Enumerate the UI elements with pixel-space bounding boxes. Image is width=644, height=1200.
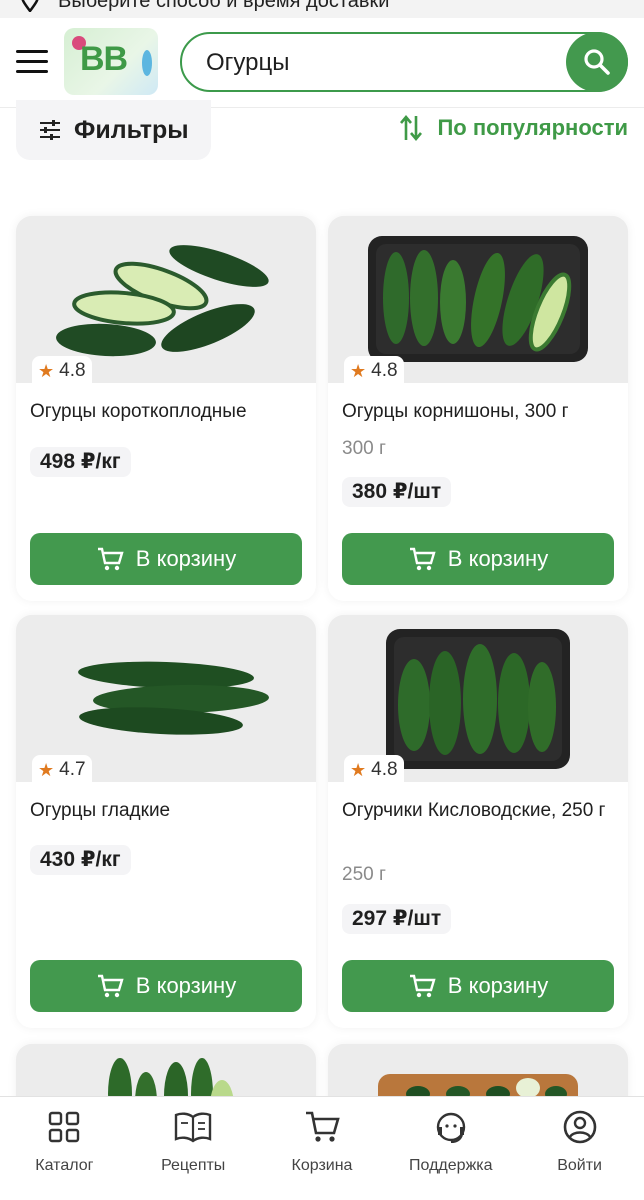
location-pin-icon (21, 0, 39, 12)
filters-label: Фильтры (74, 115, 189, 144)
product-price: 380 ₽/шт (342, 477, 452, 507)
rating-badge: ★ 4.7 (32, 755, 92, 785)
cart-icon (409, 974, 436, 998)
add-to-cart-label: В корзину (135, 973, 237, 998)
nav-support[interactable]: Поддержка (391, 1107, 511, 1200)
product-price: 297 ₽/шт (342, 904, 452, 934)
star-icon: ★ (38, 759, 55, 780)
add-to-cart-button[interactable]: В корзину (30, 960, 302, 1012)
cart-icon (97, 547, 124, 571)
add-to-cart-label: В корзину (447, 973, 549, 998)
nav-label: Корзина (291, 1157, 353, 1174)
product-name[interactable]: Огурчики Кисловодские, 250 г (342, 797, 618, 825)
add-to-cart-button[interactable]: В корзину (30, 533, 302, 585)
logo[interactable]: BB (64, 28, 158, 95)
search-icon (584, 49, 610, 75)
star-icon: ★ (350, 759, 367, 780)
sort-label: По популярности (437, 115, 628, 140)
nav-label: Поддержка (409, 1157, 493, 1174)
delivery-text: Выберите способ и время доставки (58, 0, 390, 12)
rating-value: 4.8 (371, 759, 398, 780)
search-button[interactable] (566, 32, 628, 92)
star-icon: ★ (38, 360, 55, 381)
star-icon: ★ (350, 360, 367, 381)
product-name[interactable]: Огурцы короткоплодные (30, 398, 306, 426)
logo-text: BB (80, 40, 128, 78)
cart-icon (97, 974, 124, 998)
product-card[interactable]: ★ 4.8 Огурчики Кисловодские, 250 г 250 г… (328, 615, 628, 1028)
rating-badge: ★ 4.8 (32, 356, 92, 386)
ornament-decoration (142, 50, 152, 76)
menu-icon[interactable] (16, 50, 48, 74)
nav-label: Рецепты (161, 1157, 226, 1174)
nav-label: Каталог (35, 1157, 94, 1174)
nav-login[interactable]: Войти (520, 1107, 640, 1200)
support-icon (431, 1107, 471, 1147)
product-card[interactable]: ★ 4.8 Огурцы короткоплодные 498 ₽/кг В к… (16, 216, 316, 601)
header: BB (0, 18, 644, 108)
add-to-cart-label: В корзину (447, 546, 549, 571)
nav-cart[interactable]: Корзина (262, 1107, 382, 1200)
product-weight: 300 г (342, 438, 386, 459)
nav-catalog[interactable]: Каталог (4, 1107, 124, 1200)
product-name[interactable]: Огурцы корнишоны, 300 г (342, 398, 618, 426)
bottom-nav: Каталог Рецепты Корзина Поддержка Войти (0, 1096, 644, 1200)
product-card[interactable]: ★ 4.7 Огурцы гладкие 430 ₽/кг В корзину (16, 615, 316, 1028)
product-name[interactable]: Огурцы гладкие (30, 797, 306, 825)
filter-sliders-icon (40, 120, 60, 140)
product-price: 430 ₽/кг (30, 845, 131, 875)
rating-badge: ★ 4.8 (344, 356, 404, 386)
rating-badge: ★ 4.8 (344, 755, 404, 785)
search-input[interactable] (206, 46, 546, 80)
cart-icon (409, 547, 436, 571)
sort-button[interactable]: По популярности (399, 114, 628, 142)
book-icon (173, 1107, 213, 1147)
add-to-cart-button[interactable]: В корзину (342, 960, 614, 1012)
user-icon (560, 1107, 600, 1147)
nav-label: Войти (557, 1157, 602, 1174)
rating-value: 4.7 (59, 759, 86, 780)
add-to-cart-label: В корзину (135, 546, 237, 571)
product-weight: 250 г (342, 864, 386, 885)
delivery-bar[interactable]: Выберите способ и время доставки (0, 0, 644, 18)
product-card[interactable]: ★ 4.8 Огурцы корнишоны, 300 г 300 г 380 … (328, 216, 628, 601)
rating-value: 4.8 (59, 360, 86, 381)
search-bar (180, 32, 628, 92)
filters-button[interactable]: Фильтры (16, 100, 211, 160)
add-to-cart-button[interactable]: В корзину (342, 533, 614, 585)
sort-arrows-icon (400, 114, 423, 142)
product-price: 498 ₽/кг (30, 447, 131, 477)
nav-recipes[interactable]: Рецепты (133, 1107, 253, 1200)
rating-value: 4.8 (371, 360, 398, 381)
grid-icon (44, 1107, 84, 1147)
cart-icon (302, 1107, 342, 1147)
